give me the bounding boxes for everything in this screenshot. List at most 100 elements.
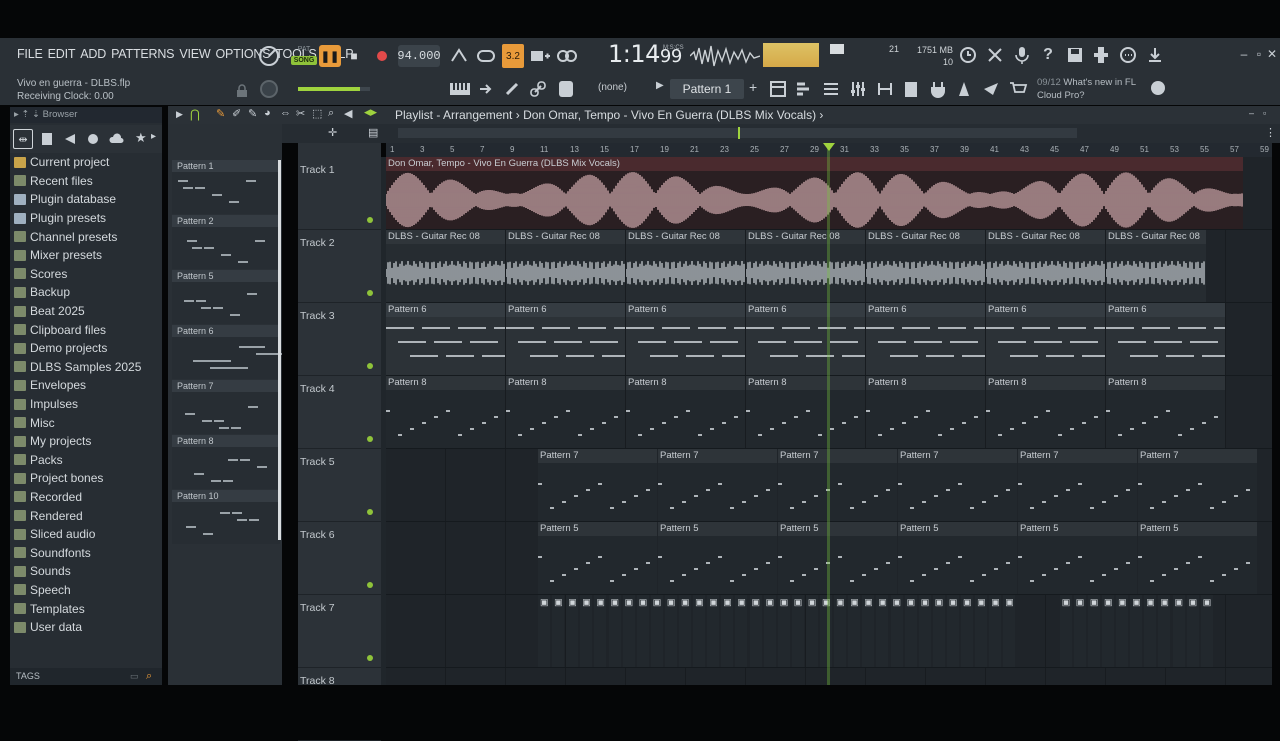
browser-item[interactable]: Speech <box>14 581 162 600</box>
picker-pattern[interactable]: Pattern 1 <box>172 160 280 214</box>
browser-item[interactable]: Channel presets <box>14 227 162 246</box>
piano-roll-icon[interactable] <box>794 79 814 99</box>
volume-knob-icon[interactable] <box>258 45 280 67</box>
small-pattern-clip[interactable]: ▣ <box>791 595 804 667</box>
browser-item[interactable]: Packs <box>14 451 162 470</box>
playlist-clip[interactable]: Pattern 8 <box>986 376 1105 448</box>
track-enable-led[interactable] <box>367 436 373 442</box>
microphone-icon[interactable] <box>1012 45 1032 65</box>
playlist-clip[interactable]: Pattern 8 <box>746 376 865 448</box>
blend-notes-icon[interactable] <box>556 46 578 66</box>
playlist-clip[interactable]: DLBS - Guitar Rec 08 <box>1106 230 1206 302</box>
small-pattern-clip[interactable]: ▣ <box>1130 595 1143 667</box>
playlist-minimize-icon[interactable]: – <box>1249 108 1254 118</box>
loop-record-icon[interactable] <box>475 46 497 66</box>
small-pattern-clip[interactable]: ▣ <box>622 595 635 667</box>
playlist-clip[interactable]: Pattern 5 <box>898 522 1017 594</box>
small-pattern-clip[interactable]: ▣ <box>918 595 931 667</box>
arrow-right-icon[interactable] <box>477 80 495 98</box>
piano-icon[interactable] <box>449 80 471 98</box>
browser-item[interactable]: Templates <box>14 599 162 618</box>
small-pattern-clip[interactable]: ▣ <box>1087 595 1100 667</box>
browser-item[interactable]: Soundfonts <box>14 543 162 562</box>
small-pattern-clip[interactable]: ▣ <box>693 595 706 667</box>
stamp-icon[interactable] <box>556 78 576 100</box>
browser-item[interactable]: Recent files <box>14 172 162 191</box>
playlist-clip[interactable]: Pattern 6 <box>506 303 625 375</box>
small-pattern-clip[interactable]: ▣ <box>904 595 917 667</box>
master-volume-slider[interactable] <box>298 87 370 91</box>
browser-item[interactable]: My projects <box>14 432 162 451</box>
playlist-clip[interactable]: DLBS - Guitar Rec 08 <box>746 230 865 302</box>
small-pattern-clip[interactable]: ▣ <box>664 595 677 667</box>
small-pattern-clip[interactable]: ▣ <box>594 595 607 667</box>
pencil-tool-icon[interactable]: ✎ <box>216 107 225 120</box>
browser-more-icon[interactable]: ▸ <box>151 131 156 142</box>
mute-tool-icon[interactable]: ◕ <box>264 107 271 119</box>
pattern-prev-icon[interactable]: ▶ <box>656 80 664 91</box>
browser-item[interactable]: Scores <box>14 265 162 284</box>
playlist-clip[interactable]: Pattern 8 <box>866 376 985 448</box>
small-pattern-clip[interactable]: ▣ <box>1158 595 1171 667</box>
browser-item[interactable]: Demo projects <box>14 339 162 358</box>
small-pattern-clip[interactable]: ▣ <box>862 595 875 667</box>
track-header[interactable]: Track 6 <box>298 522 381 595</box>
playlist-clip[interactable]: Pattern 6 <box>626 303 745 375</box>
small-pattern-clip[interactable]: ▣ <box>805 595 818 667</box>
small-pattern-clip[interactable]: ▣ <box>975 595 988 667</box>
browser-item[interactable]: Recorded <box>14 488 162 507</box>
small-pattern-clip[interactable]: ▣ <box>721 595 734 667</box>
tempo-tapper-icon[interactable] <box>981 79 1001 99</box>
news-logo-icon[interactable] <box>1149 78 1167 98</box>
playlist-clip[interactable]: Pattern 5 <box>778 522 897 594</box>
browser-item[interactable]: Rendered <box>14 506 162 525</box>
small-pattern-clip[interactable]: ▣ <box>1116 595 1129 667</box>
paint-tool-icon[interactable]: ✐ <box>232 107 241 120</box>
browser-item[interactable]: Sounds <box>14 562 162 581</box>
download-icon[interactable] <box>1145 45 1165 65</box>
browser-all-icon[interactable]: ⇹ <box>13 129 33 149</box>
small-pattern-clip[interactable]: ▣ <box>707 595 720 667</box>
help-icon[interactable]: ? <box>1038 45 1058 65</box>
small-pattern-clip[interactable]: ▣ <box>650 595 663 667</box>
magnet-snap-icon[interactable]: ⋂ <box>190 107 200 121</box>
maximize-icon[interactable]: ▫ <box>1253 47 1265 61</box>
mixer-icon[interactable] <box>848 79 868 99</box>
small-pattern-clip[interactable]: ▣ <box>538 595 550 667</box>
small-pattern-clip[interactable]: ▣ <box>580 595 593 667</box>
playlist-clip[interactable]: Pattern 6 <box>1106 303 1225 375</box>
pat-song-toggle[interactable]: PAT SONG <box>291 45 317 67</box>
playlist-clip[interactable]: Pattern 6 <box>866 303 985 375</box>
playlist-clip[interactable]: Pattern 5 <box>658 522 777 594</box>
playback-tool-icon[interactable]: ◀ <box>344 107 352 120</box>
shop-cart-icon[interactable] <box>1008 79 1028 99</box>
picker-pattern[interactable]: Pattern 8 <box>172 435 280 489</box>
pattern-selector[interactable]: Pattern 1 <box>670 79 744 99</box>
browser-presets-icon[interactable] <box>86 132 100 146</box>
small-pattern-clip[interactable]: ▣ <box>1144 595 1157 667</box>
browser-item[interactable]: Mixer presets <box>14 246 162 265</box>
menu-file[interactable]: FILE <box>17 47 43 61</box>
save-icon[interactable] <box>1065 45 1085 65</box>
plugin-picker-icon[interactable] <box>928 79 948 99</box>
stop-button[interactable]: ■ <box>345 45 363 67</box>
playhead-marker-icon[interactable] <box>823 143 835 151</box>
browser-item[interactable]: User data <box>14 618 162 637</box>
snap-button[interactable]: 3.2 <box>502 44 524 68</box>
browser-files-icon[interactable] <box>40 132 54 146</box>
small-pattern-clip[interactable]: ▣ <box>763 595 776 667</box>
playlist-clip[interactable]: DLBS - Guitar Rec 08 <box>626 230 745 302</box>
browser-item[interactable]: Clipboard files <box>14 320 162 339</box>
small-pattern-clip[interactable]: ▣ <box>566 595 579 667</box>
minimize-icon[interactable]: – <box>1238 47 1250 61</box>
playlist-clip[interactable]: DLBS - Guitar Rec 08 <box>386 230 505 302</box>
playlist-clip[interactable]: Pattern 6 <box>746 303 865 375</box>
browser-favorites-icon[interactable]: ★ <box>135 130 147 146</box>
small-pattern-clip[interactable]: ▣ <box>848 595 861 667</box>
menu-add[interactable]: ADD <box>80 47 106 61</box>
playlist-clip[interactable]: Pattern 7 <box>778 449 897 521</box>
menu-patterns[interactable]: PATTERNS <box>111 47 174 61</box>
select-tool-icon[interactable]: ⬚ <box>312 107 322 120</box>
close-icon[interactable]: ✕ <box>1266 47 1278 61</box>
picker-pattern[interactable]: Pattern 5 <box>172 270 280 324</box>
